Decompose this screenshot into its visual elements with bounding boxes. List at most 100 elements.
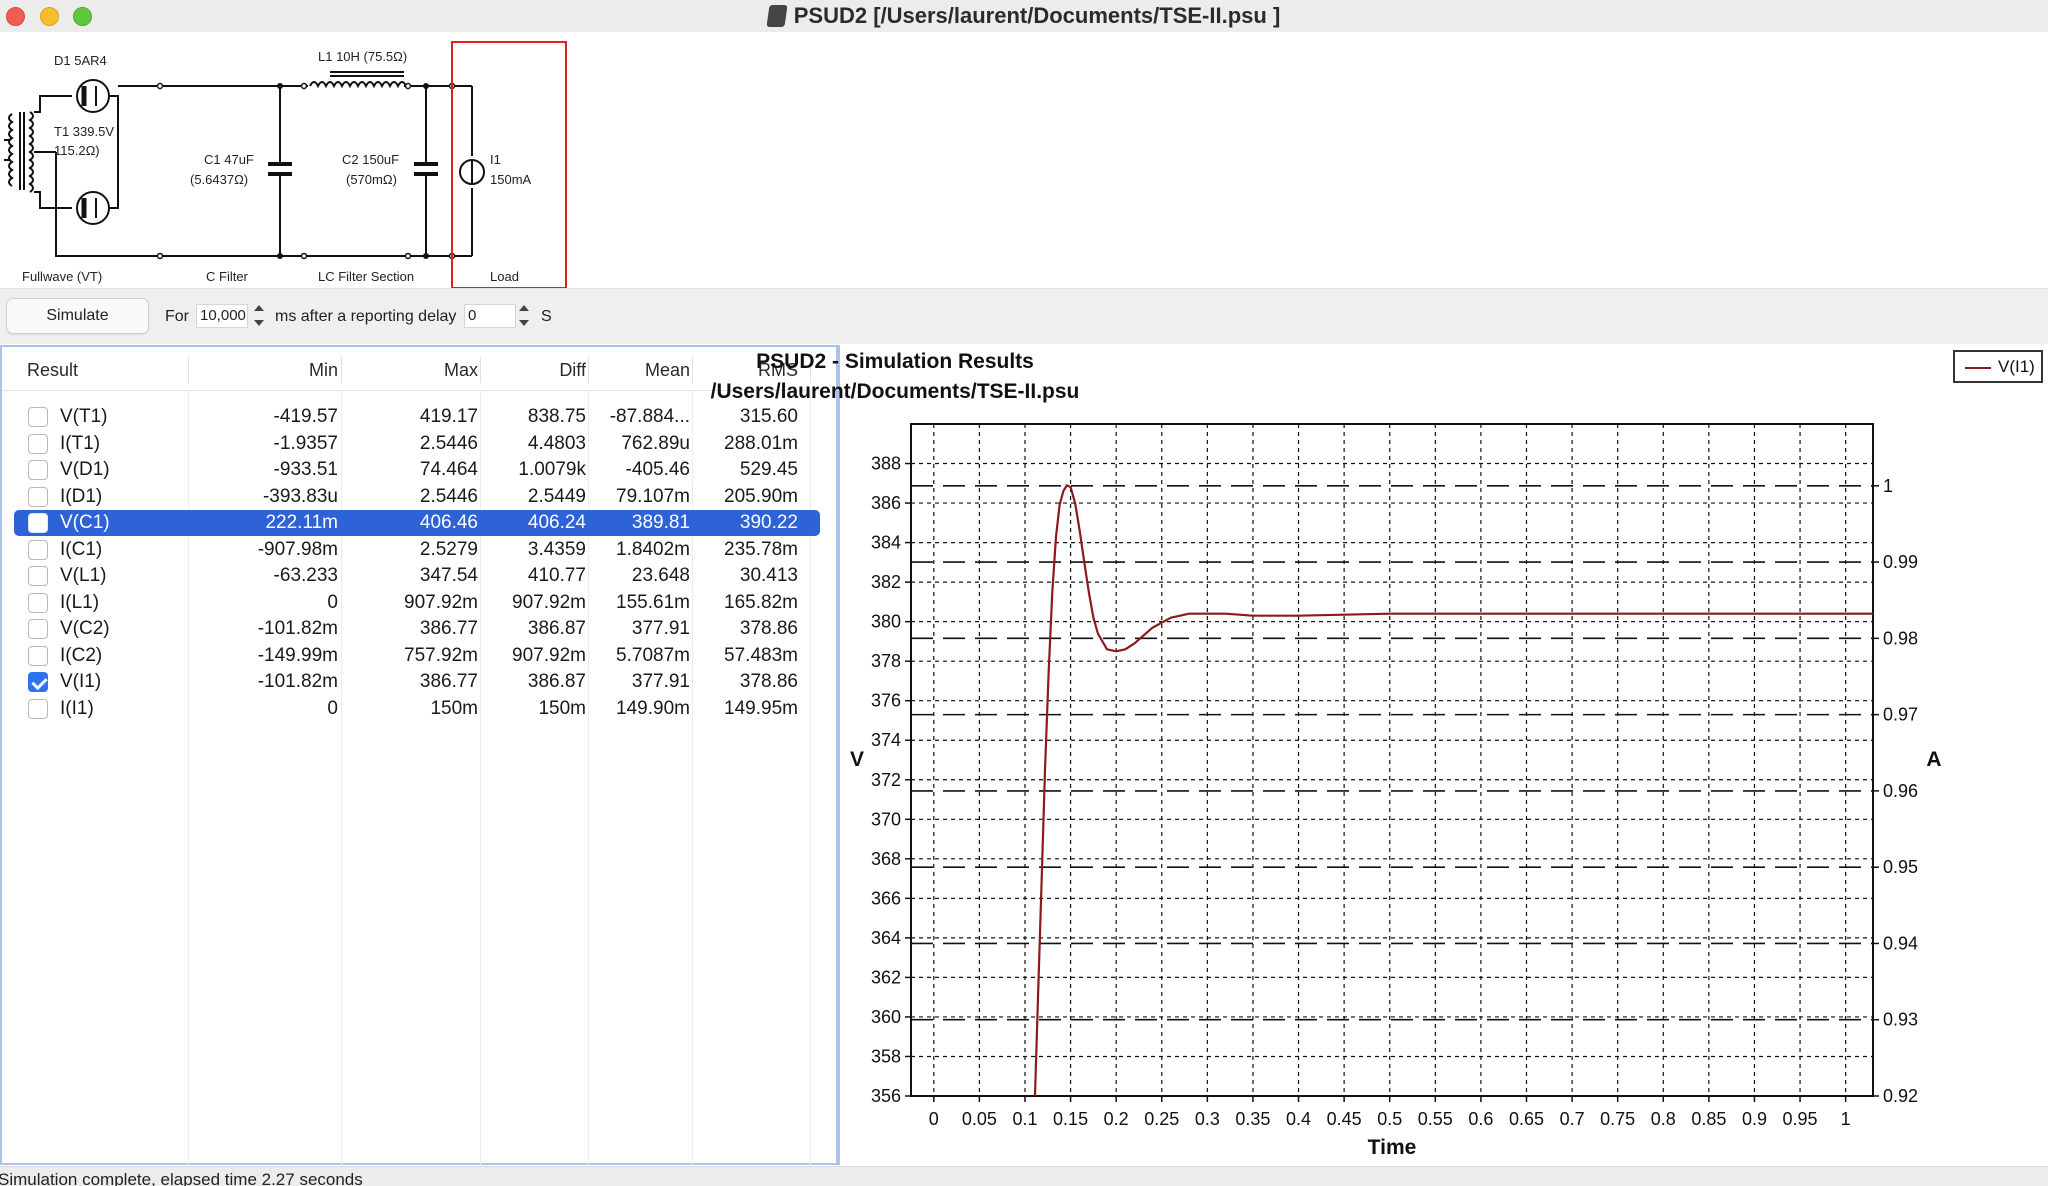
result-checkbox[interactable] — [28, 407, 48, 427]
table-row[interactable]: V(C2) -101.82m 386.77 386.87 377.91 378.86 — [14, 616, 820, 642]
result-rms: 235.78m — [724, 538, 798, 560]
result-checkbox[interactable] — [28, 592, 48, 613]
result-checkbox[interactable] — [28, 566, 48, 586]
section-label-load: Load — [490, 269, 519, 284]
result-name: V(C2) — [60, 618, 110, 639]
result-checkbox[interactable] — [28, 698, 48, 719]
result-checkbox[interactable] — [28, 672, 48, 692]
result-diff: 386.87 — [527, 618, 586, 639]
result-name: I(C1) — [60, 538, 103, 560]
table-row[interactable]: V(I1) -101.82m 386.77 386.87 377.91 378.86 — [14, 669, 820, 695]
table-row[interactable]: I(L1) 0 907.92m 907.92m 155.61m 165.82m — [14, 590, 820, 616]
result-name: I(D1) — [60, 485, 103, 507]
duration-stepper[interactable] — [253, 302, 267, 330]
result-rms: 288.01m — [724, 432, 798, 454]
result-diff: 150m — [538, 697, 586, 719]
result-checkbox[interactable] — [28, 486, 48, 507]
seconds-label: S — [541, 308, 552, 325]
result-name: V(L1) — [60, 565, 107, 586]
inductor-label: L1 10H (75.5Ω) — [318, 49, 407, 64]
result-mean: 762.89u — [621, 432, 690, 454]
result-min: -101.82m — [257, 671, 338, 692]
result-mean: 23.648 — [631, 565, 690, 586]
result-mean: 149.90m — [616, 697, 690, 719]
result-mean: -87.884... — [609, 406, 690, 427]
result-max: 150m — [430, 697, 478, 719]
c1-esr-label: (5.6437Ω) — [190, 172, 248, 187]
c1-label: C1 47uF — [204, 152, 254, 167]
table-row[interactable]: I(C1) -907.98m 2.5279 3.4359 1.8402m 235.78m — [14, 537, 820, 563]
ms-label: ms after a reporting delay — [275, 308, 457, 325]
result-mean: 389.81 — [631, 512, 690, 533]
result-checkbox[interactable] — [28, 645, 48, 666]
result-rms: 378.86 — [739, 618, 798, 639]
result-name: I(L1) — [60, 591, 100, 613]
circuit-schematic[interactable]: D1 5AR4 T1 339.5V 115.2Ω) L1 10H (75.5Ω)… — [0, 32, 2048, 288]
c2-label: C2 150uF — [342, 152, 399, 167]
chart-legend: V(I1) — [1953, 350, 2043, 383]
simulate-button[interactable]: Simulate — [6, 298, 149, 334]
result-min: 0 — [327, 697, 338, 719]
result-min: -101.82m — [257, 618, 338, 639]
table-row[interactable]: I(D1) -393.83u 2.5446 2.5449 79.107m 205.90m — [14, 484, 820, 510]
section-label-fullwave: Fullwave (VT) — [22, 269, 102, 284]
table-row[interactable]: V(C1) 222.11m 406.46 406.24 389.81 390.22 — [14, 510, 820, 536]
result-max: 2.5279 — [419, 538, 478, 560]
results-table[interactable]: Result Min Max Diff Mean RMS V(T1) -419.5… — [0, 345, 840, 1167]
result-checkbox[interactable] — [28, 513, 48, 533]
column-header-min[interactable]: Min — [202, 359, 338, 381]
result-min: -149.99m — [257, 644, 338, 666]
duration-input[interactable]: 10,000 — [196, 304, 248, 328]
result-checkbox[interactable] — [28, 460, 48, 480]
result-min: -419.57 — [273, 406, 338, 427]
result-max: 386.77 — [419, 618, 478, 639]
chart-subtitle: /Users/laurent/Documents/TSE-II.psu — [710, 380, 1080, 403]
result-rms: 149.95m — [724, 697, 798, 719]
for-label: For — [165, 308, 189, 325]
result-max: 2.5446 — [419, 432, 478, 454]
result-mean: 5.7087m — [616, 644, 690, 666]
load-value-label: 150mA — [490, 172, 532, 187]
result-mean: -405.46 — [625, 459, 690, 480]
result-checkbox[interactable] — [28, 539, 48, 560]
result-rms: 529.45 — [739, 459, 798, 480]
legend-label: V(I1) — [1998, 357, 2035, 376]
result-name: V(D1) — [60, 459, 110, 480]
result-mean: 79.107m — [616, 485, 690, 507]
window-title-area: PSUD2 [/Users/laurent/Documents/TSE-II.p… — [0, 0, 2048, 32]
status-text: Simulation complete, elapsed time 2.27 s… — [0, 1170, 363, 1186]
window-title: PSUD2 [/Users/laurent/Documents/TSE-II.p… — [793, 3, 1281, 28]
table-row[interactable]: V(L1) -63.233 347.54 410.77 23.648 30.413 — [14, 563, 820, 589]
result-mean: 377.91 — [631, 618, 690, 639]
result-checkbox[interactable] — [28, 433, 48, 454]
delay-input[interactable]: 0 — [464, 304, 516, 328]
result-diff: 4.4803 — [527, 432, 586, 454]
result-diff: 1.0079k — [518, 459, 586, 480]
table-row[interactable]: I(I1) 0 150m 150m 149.90m 149.95m — [14, 696, 820, 722]
table-row[interactable]: I(T1) -1.9357 2.5446 4.4803 762.89u 288.01m — [14, 431, 820, 457]
result-min: -63.233 — [273, 565, 338, 586]
result-rms: 378.86 — [739, 671, 798, 692]
table-row[interactable]: V(D1) -933.51 74.464 1.0079k -405.46 529.45 — [14, 457, 820, 483]
result-diff: 907.92m — [512, 591, 586, 613]
result-diff: 2.5449 — [527, 485, 586, 507]
section-label-c-filter: C Filter — [206, 269, 249, 284]
diode-label: D1 5AR4 — [54, 53, 107, 68]
column-header-result[interactable]: Result — [27, 359, 78, 381]
result-max: 347.54 — [419, 565, 478, 586]
result-mean: 1.8402m — [616, 538, 690, 560]
result-max: 907.92m — [404, 591, 478, 613]
chart-title: PSUD2 - Simulation Results — [756, 350, 1034, 373]
table-row[interactable]: V(T1) -419.57 419.17 838.75 -87.884... 315.60 — [14, 404, 820, 430]
result-checkbox[interactable] — [28, 619, 48, 639]
result-max: 74.464 — [419, 459, 478, 480]
result-min: -907.98m — [257, 538, 338, 560]
result-rms: 315.60 — [739, 406, 798, 427]
result-mean: 377.91 — [631, 671, 690, 692]
result-max: 419.17 — [419, 406, 478, 427]
table-row[interactable]: I(C2) -149.99m 757.92m 907.92m 5.7087m 57.483… — [14, 643, 820, 669]
column-header-max[interactable]: Max — [348, 359, 478, 381]
result-diff: 406.24 — [527, 512, 586, 533]
delay-stepper[interactable] — [518, 302, 532, 330]
result-diff: 3.4359 — [527, 538, 586, 560]
